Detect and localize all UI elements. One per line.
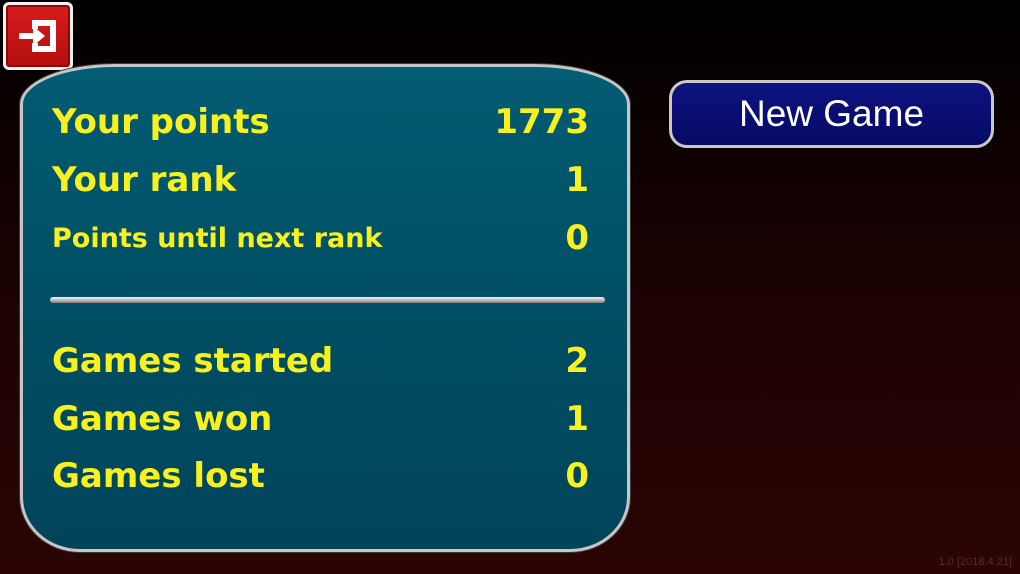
your-rank-label: Your rank [52,160,237,200]
games-lost-value: 0 [565,456,589,496]
your-points-value: 1773 [494,102,589,142]
games-lost-label: Games lost [52,456,265,496]
exit-arrow-icon [15,15,61,57]
stats-panel: Your points 1773 Your rank 1 Points unti… [20,64,630,552]
games-won-label: Games won [52,399,273,439]
new-game-button[interactable]: New Game [669,80,994,148]
your-rank-value: 1 [565,160,589,200]
version-label: 1.0 [2018.4.21] [938,556,1012,568]
your-points-label: Your points [52,102,270,142]
points-until-next-rank-label: Points until next rank [52,223,383,254]
divider [50,297,605,303]
games-won-value: 1 [565,399,589,439]
games-started-value: 2 [565,341,589,381]
games-started-label: Games started [52,341,334,381]
exit-button[interactable] [3,2,73,70]
points-until-next-rank-value: 0 [565,218,589,258]
